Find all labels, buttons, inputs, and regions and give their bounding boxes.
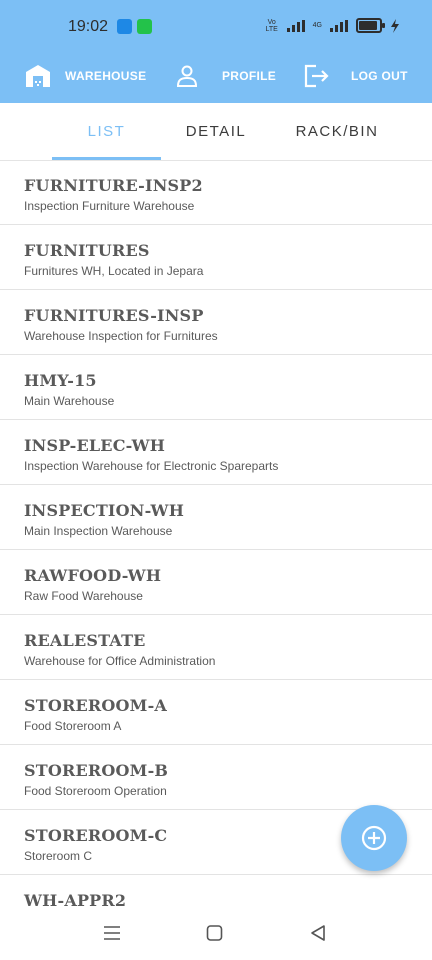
charging-icon	[391, 18, 399, 33]
logout-nav-label: LOG OUT	[351, 69, 408, 83]
warehouse-code: FURNITURE-INSP2	[24, 176, 203, 195]
signal-icon-2	[330, 19, 348, 32]
list-item[interactable]: FURNITURES-INSP Warehouse Inspection for…	[0, 290, 432, 355]
list-item[interactable]: RAWFOOD-WH Raw Food Warehouse	[0, 550, 432, 615]
list-item[interactable]: FURNITURE-INSP2 Inspection Furniture War…	[0, 160, 432, 225]
list-item[interactable]: INSP-ELEC-WH Inspection Warehouse for El…	[0, 420, 432, 485]
list-item[interactable]: HMY-15 Main Warehouse	[0, 355, 432, 420]
network-type: 4G	[312, 22, 322, 29]
logout-icon	[304, 64, 329, 88]
warehouse-description: Warehouse for Office Administration	[24, 654, 216, 668]
tab-bar: LIST DETAIL RACK/BIN	[0, 103, 432, 161]
warehouse-description: Storeroom C	[24, 849, 93, 863]
warehouse-code: HMY-15	[24, 371, 97, 390]
top-navigation: WAREHOUSE PROFILE LOG OUT	[0, 52, 432, 100]
warehouse-code: STOREROOM-C	[24, 826, 168, 845]
warehouse-description: Inspection Furniture Warehouse	[24, 199, 195, 213]
warehouse-code: INSPECTION-WH	[24, 501, 185, 520]
warehouse-code: WH-APPR2	[24, 891, 127, 910]
warehouse-nav-button[interactable]: WAREHOUSE	[25, 52, 146, 100]
list-item[interactable]: WH-APPR2	[0, 875, 432, 910]
status-bar: 19:02 Vo LTE 4G	[0, 0, 432, 52]
warehouse-code: FURNITURES-INSP	[24, 306, 204, 325]
back-icon[interactable]	[309, 924, 327, 942]
list-item[interactable]: INSPECTION-WH Main Inspection Warehouse	[0, 485, 432, 550]
warehouse-code: RAWFOOD-WH	[24, 566, 162, 585]
menu-icon[interactable]	[103, 924, 121, 942]
warehouse-description: Main Warehouse	[24, 394, 115, 408]
warehouse-code: STOREROOM-A	[24, 696, 168, 715]
warehouse-description: Warehouse Inspection for Furnitures	[24, 329, 218, 343]
notification-icons	[117, 19, 152, 34]
list-item[interactable]: REALESTATE Warehouse for Office Administ…	[0, 615, 432, 680]
signal-icon	[286, 19, 305, 32]
list-item[interactable]: STOREROOM-A Food Storeroom A	[0, 680, 432, 745]
profile-nav-button[interactable]: PROFILE	[176, 52, 276, 100]
warehouse-code: REALESTATE	[24, 631, 146, 650]
warehouse-nav-label: WAREHOUSE	[65, 69, 147, 83]
notification-app-icon	[117, 19, 132, 34]
warehouse-description: Food Storeroom Operation	[24, 784, 167, 798]
list-item[interactable]: STOREROOM-B Food Storeroom Operation	[0, 745, 432, 810]
battery-icon	[356, 18, 385, 33]
tab-rack-bin[interactable]: RACK/BIN	[276, 103, 398, 160]
warehouse-icon	[26, 65, 50, 87]
status-time: 19:02	[68, 18, 109, 35]
logout-nav-button[interactable]: LOG OUT	[304, 52, 408, 100]
list-item[interactable]: FURNITURES Furnitures WH, Located in Jep…	[0, 225, 432, 290]
status-right: Vo LTE 4G	[265, 18, 400, 33]
warehouse-description: Raw Food Warehouse	[24, 589, 143, 603]
chat-notification-icon	[137, 19, 152, 34]
home-icon[interactable]	[206, 924, 223, 942]
tab-detail[interactable]: DETAIL	[170, 103, 262, 160]
volte-indicator: Vo LTE	[265, 18, 278, 33]
warehouse-description: Food Storeroom A	[24, 719, 122, 733]
warehouse-code: FURNITURES	[24, 241, 150, 260]
add-warehouse-button[interactable]	[341, 805, 407, 871]
system-navigation-bar	[0, 910, 432, 960]
warehouse-code: INSP-ELEC-WH	[24, 436, 166, 455]
warehouse-description: Furnitures WH, Located in Jepara	[24, 264, 204, 278]
app-header: 19:02 Vo LTE 4G WAREHOUSE PROFILE LOG OU…	[0, 0, 432, 103]
warehouse-code: STOREROOM-B	[24, 761, 169, 780]
warehouse-description: Main Inspection Warehouse	[24, 524, 173, 538]
profile-icon	[176, 65, 198, 87]
warehouse-description: Inspection Warehouse for Electronic Spar…	[24, 459, 279, 473]
add-circle-icon	[361, 825, 387, 851]
tab-list[interactable]: LIST	[52, 103, 161, 160]
warehouse-list: FURNITURE-INSP2 Inspection Furniture War…	[0, 160, 432, 910]
profile-nav-label: PROFILE	[222, 69, 277, 83]
